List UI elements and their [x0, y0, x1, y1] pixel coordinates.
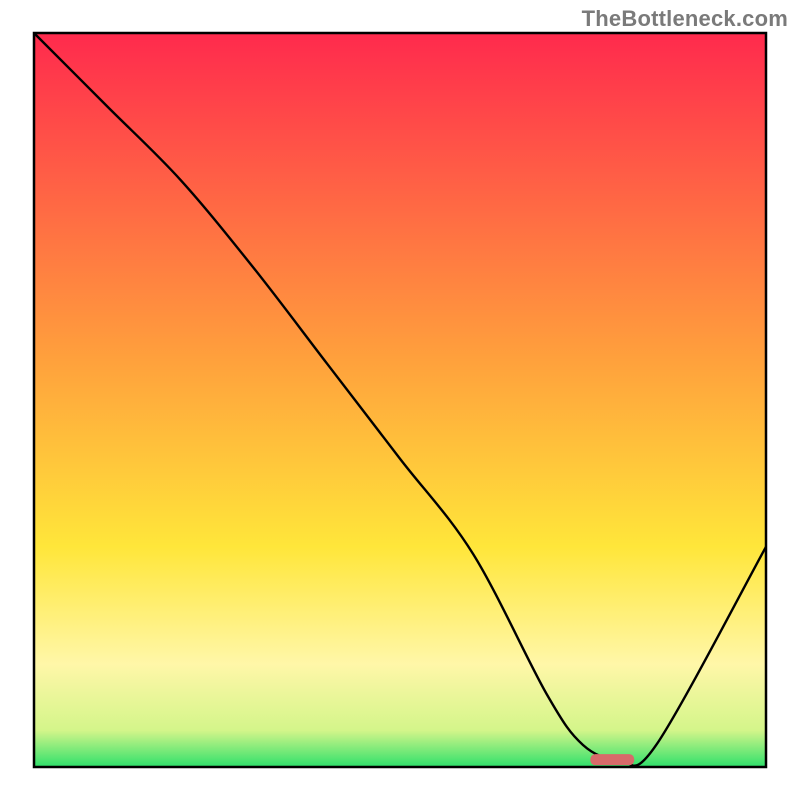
- bottleneck-chart: [0, 0, 800, 800]
- optimal-range-marker: [590, 754, 634, 765]
- chart-container: TheBottleneck.com: [0, 0, 800, 800]
- watermark-text: TheBottleneck.com: [582, 6, 788, 32]
